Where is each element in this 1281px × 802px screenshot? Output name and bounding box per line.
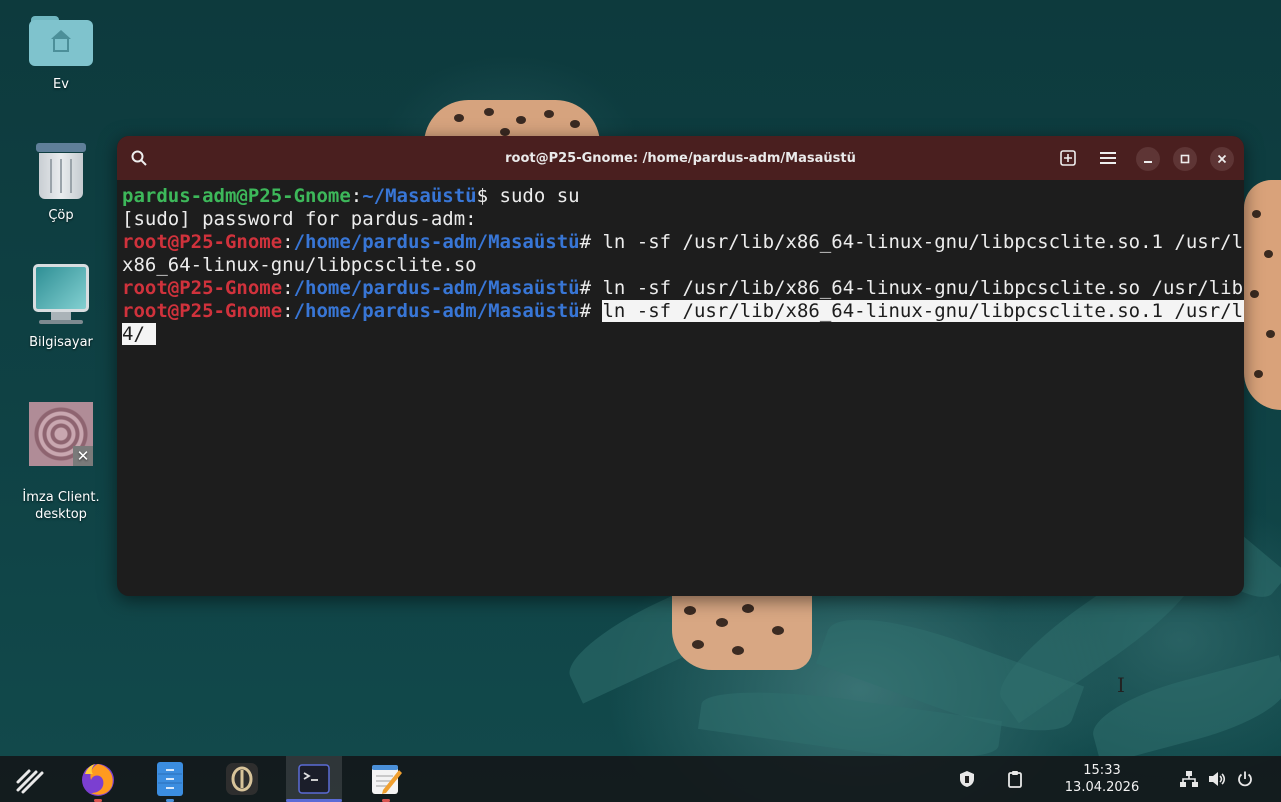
prompt-user: pardus-adm@P25-Gnome [122,185,351,207]
file-cabinet-icon [157,762,183,796]
network-icon[interactable] [1179,769,1199,789]
maximize-button[interactable] [1173,147,1197,171]
desktop-icon-label: İmza Client. desktop [22,490,100,522]
prompt-path: ~/Masaüstü [362,185,477,207]
menu-icon[interactable] [1097,147,1119,169]
terminal-output[interactable]: pardus-adm@P25-Gnome:~/Masaüstü$ sudo su… [117,180,1244,346]
terminal-line: pardus-adm@P25-Gnome:~/Masaüstü$ sudo su [122,185,1239,208]
computer-icon [33,264,89,326]
command-text: # ln -sf /usr/lib/x86_64-linux-gnu/libpc… [579,231,1244,253]
desktop-icon-trash[interactable]: Çöp [11,143,111,224]
pardus-menu-icon [16,769,44,794]
terminal-icon [298,764,330,794]
search-icon[interactable] [128,147,150,169]
output-text: [sudo] password for pardus-adm: [122,208,477,230]
minimize-icon [1144,161,1152,163]
trash-icon [36,143,86,201]
terminal-line: root@P25-Gnome:/home/pardus-adm/Masaüstü… [122,300,1244,323]
terminal-line: root@P25-Gnome:/home/pardus-adm/Masaüstü… [122,231,1244,254]
terminal-line: 4/ [122,323,1239,346]
app-menu-button[interactable] [2,756,58,802]
prompt-user: root@P25-Gnome [122,277,283,299]
terminal-titlebar[interactable]: root@P25-Gnome: /home/pardus-adm/Masaüst… [117,136,1244,180]
prompt-path: /home/pardus-adm/Masaüstü [293,231,580,253]
desktop-icon-label: Çöp [48,208,74,223]
text-cursor [144,323,157,345]
prompt-symbol: # [579,300,603,322]
close-button[interactable] [1210,147,1234,171]
prompt-separator: : [350,185,363,207]
prompt-user: root@P25-Gnome [122,231,283,253]
prompt-separator: : [282,300,294,322]
window-title: root@P25-Gnome: /home/pardus-adm/Masaüst… [505,150,856,166]
mouse-ibeam-cursor-icon: I [1117,673,1125,697]
maximize-icon [1180,154,1190,164]
taskbar-terminal[interactable] [286,756,342,802]
desktop-icon-label: Ev [53,77,69,92]
broken-launcher-icon: ✕ [73,446,93,466]
wallpaper-leaf [1085,655,1281,765]
minimize-button[interactable] [1136,147,1160,171]
taskbar-firefox[interactable] [70,756,126,802]
selected-command-text: ln -sf /usr/lib/x86_64-linux-gnu/libpcsc… [602,300,1244,322]
close-icon [1217,154,1227,164]
desktop-icon-computer[interactable]: Bilgisayar [11,264,111,351]
taskbar: 15:33 13.04.2026 [0,756,1281,802]
cheetah-side [1244,180,1281,410]
vpn-shield-icon[interactable] [957,769,977,789]
prompt-path: /home/pardus-adm/Masaüstü [293,277,580,299]
selected-command-text: 4/ [122,323,145,345]
clock-time: 15:33 [1083,763,1121,778]
terminal-line: root@P25-Gnome:/home/pardus-adm/Masaüstü… [122,277,1244,300]
new-tab-icon[interactable] [1057,147,1079,169]
terminal-window[interactable]: root@P25-Gnome: /home/pardus-adm/Masaüst… [117,136,1244,596]
power-icon[interactable] [1235,769,1255,789]
volume-icon[interactable] [1207,769,1227,789]
imza-client-icon: ✕ [29,402,93,466]
command-text: $ sudo su [476,185,580,207]
text-editor-icon [372,765,402,794]
home-folder-icon [29,16,93,66]
prompt-separator: : [282,277,294,299]
firefox-icon [82,764,114,796]
clock-date: 13.04.2026 [1064,780,1140,795]
taskbar-files[interactable] [142,756,198,802]
prompt-separator: : [282,231,294,253]
cheetah-body [672,596,812,670]
terminal-line: x86_64-linux-gnu/libpcsclite.so [122,254,1239,277]
desktop-icon-imza-client[interactable]: ✕ İmza Client. desktop [11,385,111,540]
command-text: x86_64-linux-gnu/libpcsclite.so [122,254,477,276]
clipboard-icon[interactable] [1005,769,1025,789]
terminal-line: [sudo] password for pardus-adm: [122,208,1239,231]
prompt-user: root@P25-Gnome [122,300,283,322]
clock[interactable]: 15:33 13.04.2026 [1058,762,1146,796]
taskbar-pardus-app[interactable] [214,756,270,802]
desktop-icon-label: Bilgisayar [29,335,93,350]
taskbar-text-editor[interactable] [358,756,414,802]
command-text: # ln -sf /usr/lib/x86_64-linux-gnu/libpc… [579,277,1244,299]
pardus-app-icon [226,763,258,795]
prompt-path: /home/pardus-adm/Masaüstü [293,300,580,322]
desktop-icon-home[interactable]: Ev [11,16,111,93]
